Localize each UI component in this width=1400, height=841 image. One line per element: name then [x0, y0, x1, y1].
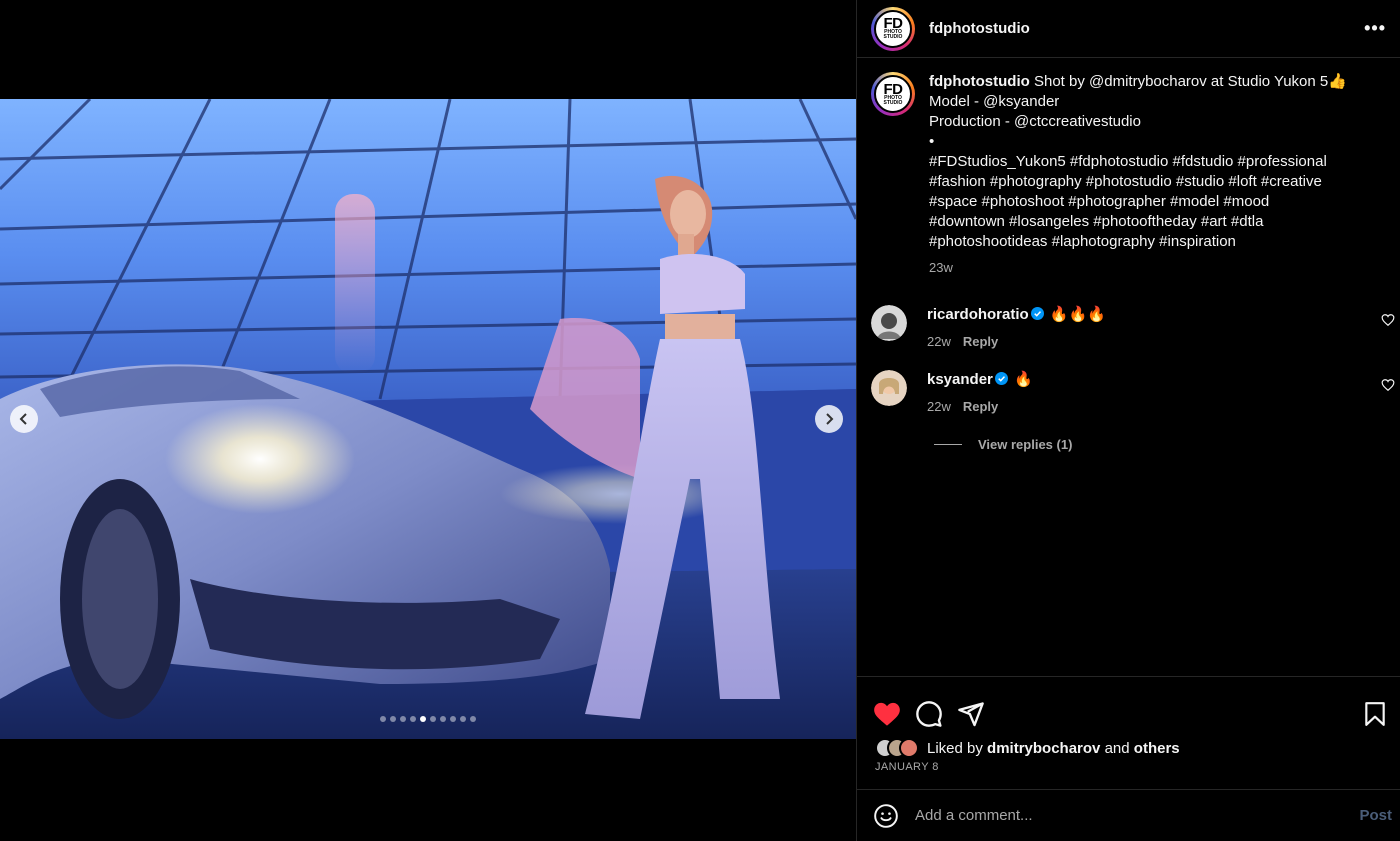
reply-button[interactable]: Reply	[963, 334, 998, 349]
logo-subtext: PHOTO STUDIO	[883, 94, 903, 106]
like-comment-heart-icon[interactable]	[1381, 378, 1395, 392]
caption-text: Shot by @dmitrybocharov at Studio Yukon …	[1033, 73, 1347, 90]
likes-others-link[interactable]: others	[1134, 740, 1180, 757]
caption-author-avatar[interactable]: FD PHOTO STUDIO	[871, 72, 915, 116]
post-date[interactable]: JANUARY 8	[857, 761, 1400, 773]
caption-hashtags[interactable]: #space #photoshoot #photographer #model …	[929, 192, 1373, 212]
logo-text: FD	[883, 80, 904, 98]
comment-input[interactable]: Add a comment...	[915, 807, 1359, 824]
commenter-username[interactable]: ksyander	[927, 371, 993, 388]
caption-username[interactable]: fdphotostudio	[929, 73, 1030, 90]
caption-line: Production - @ctccreativestudio	[929, 113, 1141, 130]
author-avatar[interactable]: FD PHOTO STUDIO	[871, 6, 915, 51]
caption-body: fdphotostudio Shot by @dmitrybocharov at…	[929, 72, 1373, 278]
carousel-dot	[410, 716, 416, 722]
comments-section[interactable]: FD PHOTO STUDIO fdphotostudio Shot by @d…	[857, 59, 1400, 676]
commenter-avatar[interactable]	[871, 305, 907, 341]
view-replies-button[interactable]: View replies (1)	[857, 437, 1400, 452]
post-side-panel: FD PHOTO STUDIO fdphotostudio ••• FD PHO…	[856, 0, 1400, 841]
comment-meta: 22w Reply	[927, 397, 1033, 417]
caption-hashtags[interactable]: #downtown #losangeles #photooftheday #ar…	[929, 212, 1373, 232]
caption-timestamp[interactable]: 23w	[929, 258, 1373, 278]
like-button[interactable]	[873, 701, 901, 727]
post-media	[0, 0, 856, 841]
post-actions-area: Liked by dmitrybocharov and others JANUA…	[857, 676, 1400, 789]
carousel-dot	[450, 716, 456, 722]
caption-line: Model - @ksyander	[929, 93, 1060, 110]
comment-time[interactable]: 22w	[927, 399, 951, 414]
carousel-dot	[380, 716, 386, 722]
caption-hashtags[interactable]: #FDStudios_Yukon5 #fdphotostudio #fdstud…	[929, 152, 1373, 172]
post-caption: FD PHOTO STUDIO fdphotostudio Shot by @d…	[857, 59, 1400, 278]
verified-badge-icon	[994, 372, 1008, 385]
post-photo	[0, 99, 856, 739]
more-options-button[interactable]: •••	[1364, 18, 1386, 39]
view-replies-label: View replies (1)	[978, 437, 1073, 452]
carousel-dot	[430, 716, 436, 722]
carousel-dot	[400, 716, 406, 722]
carousel-dot	[390, 716, 396, 722]
smiley-icon	[874, 803, 898, 828]
studio-car-model-image	[0, 99, 856, 739]
chevron-right-icon	[826, 413, 834, 425]
post-header: FD PHOTO STUDIO fdphotostudio •••	[857, 0, 1400, 58]
carousel-dot	[460, 716, 466, 722]
divider-line	[934, 444, 962, 445]
comment-button[interactable]	[915, 700, 943, 728]
comment-item: ksyander 🔥 22w Reply	[857, 370, 1400, 417]
bookmark-icon	[1365, 701, 1385, 726]
carousel-dot	[420, 716, 426, 722]
caption-hashtags[interactable]: #photoshootideas #laphotography #inspira…	[929, 232, 1373, 252]
carousel-dot	[440, 716, 446, 722]
caption-line: fdphotostudio Shot by @dmitrybocharov at…	[929, 72, 1373, 92]
heart-filled-icon	[874, 702, 900, 726]
comment-item: ricardohoratio 🔥🔥🔥 22w Reply	[857, 305, 1400, 352]
save-button[interactable]	[1363, 701, 1387, 727]
emoji-button[interactable]	[873, 803, 899, 829]
likes-summary[interactable]: Liked by dmitrybocharov and others	[857, 738, 1400, 758]
chevron-left-icon	[19, 413, 27, 425]
carousel-indicator	[0, 716, 856, 722]
action-bar	[857, 677, 1400, 735]
comment-text: 🔥	[1014, 371, 1033, 388]
previous-image-button[interactable]	[10, 405, 38, 433]
reply-button[interactable]: Reply	[963, 399, 998, 414]
comment-text: 🔥🔥🔥	[1049, 306, 1106, 323]
carousel-dot	[470, 716, 476, 722]
comment-time[interactable]: 22w	[927, 334, 951, 349]
logo-subtext: PHOTO STUDIO	[883, 29, 903, 40]
comment-meta: 22w Reply	[927, 332, 1106, 352]
next-image-button[interactable]	[815, 405, 843, 433]
likes-text: Liked by dmitrybocharov and others	[927, 740, 1180, 757]
commenter-avatar[interactable]	[871, 370, 907, 406]
author-username[interactable]: fdphotostudio	[929, 20, 1030, 37]
paper-plane-icon	[958, 701, 984, 726]
share-button[interactable]	[957, 700, 985, 728]
liker-username[interactable]: dmitrybocharov	[987, 740, 1100, 757]
commenter-username[interactable]: ricardohoratio	[927, 306, 1029, 323]
caption-line: •	[929, 133, 935, 150]
likes-and: and	[1104, 739, 1130, 757]
caption-hashtags[interactable]: #fashion #photography #photostudio #stud…	[929, 172, 1373, 192]
like-comment-heart-icon[interactable]	[1381, 313, 1395, 327]
comment-bubble-icon	[916, 700, 942, 727]
liker-avatar	[899, 738, 919, 758]
verified-badge-icon	[1030, 307, 1044, 320]
comment-body: ricardohoratio 🔥🔥🔥 22w Reply	[927, 305, 1106, 352]
add-comment-bar: Add a comment... Post	[857, 789, 1400, 841]
comment-body: ksyander 🔥 22w Reply	[927, 370, 1033, 417]
likes-prefix: Liked by	[927, 739, 983, 757]
post-comment-button[interactable]: Post	[1359, 807, 1392, 824]
